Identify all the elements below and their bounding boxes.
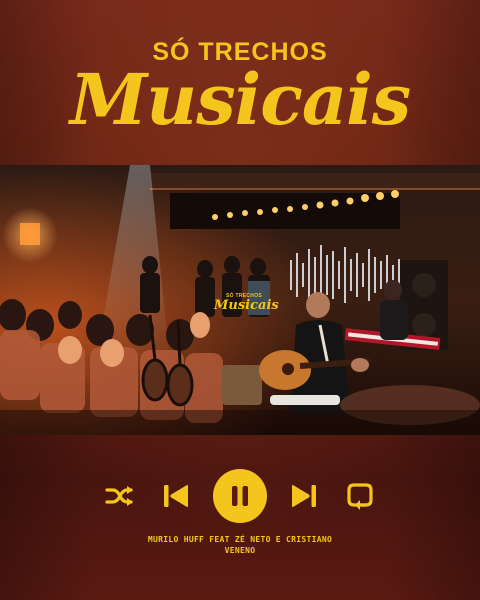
shuffle-icon	[105, 486, 133, 506]
brand-title: Musicais	[69, 58, 411, 141]
previous-button[interactable]	[157, 477, 195, 515]
song-caption: MURILO HUFF FEAT ZÉ NETO E CRISTIANO VEN…	[0, 534, 480, 556]
repeat-button[interactable]	[341, 477, 379, 515]
pause-icon	[232, 486, 248, 506]
skip-forward-icon	[292, 485, 316, 507]
player-controls	[0, 468, 480, 524]
video-logo-main: Musicais	[214, 298, 279, 313]
pause-button[interactable]	[213, 469, 267, 523]
video-frame[interactable]: SÓ TRECHOS Musicais	[0, 165, 480, 435]
skip-back-icon	[164, 485, 188, 507]
repeat-icon	[347, 483, 373, 510]
shuffle-button[interactable]	[101, 477, 139, 515]
song-artists: MURILO HUFF FEAT ZÉ NETO E CRISTIANO	[147, 535, 333, 544]
video-logo-overlay: SÓ TRECHOS Musicais	[214, 293, 279, 313]
next-button[interactable]	[285, 477, 323, 515]
song-title: VENENO	[224, 546, 256, 555]
